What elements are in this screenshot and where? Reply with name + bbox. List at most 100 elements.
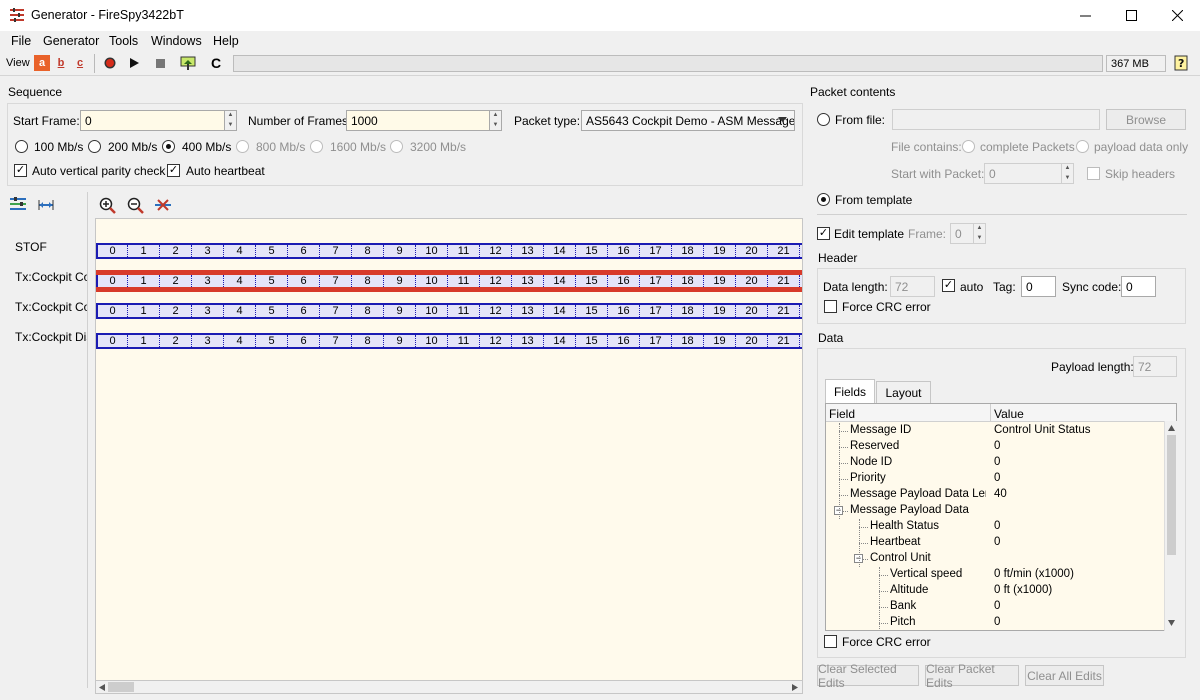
frame-cell[interactable]: 20 xyxy=(736,305,768,317)
menu-generator[interactable]: Generator xyxy=(43,34,99,48)
minimize-button[interactable] xyxy=(1062,0,1108,31)
tree-row[interactable]: Priority 0 xyxy=(826,471,1164,487)
tree-row[interactable]: − Control Unit xyxy=(826,551,1164,567)
frame-cell[interactable]: 4 xyxy=(224,335,256,347)
field-value[interactable]: Control Unit Status xyxy=(994,424,1091,436)
frame-cell[interactable]: 21 xyxy=(768,305,800,317)
frame-cell[interactable]: 7 xyxy=(320,305,352,317)
frame-cell[interactable]: 15 xyxy=(576,305,608,317)
from-file-radio[interactable] xyxy=(817,113,830,126)
field-value[interactable]: 0 xyxy=(994,456,1000,468)
frame-cell[interactable]: 3 xyxy=(192,335,224,347)
frame-cell[interactable]: 0 xyxy=(96,245,128,257)
frame-cell[interactable]: 18 xyxy=(672,245,704,257)
field-value[interactable]: 0 ft (x1000) xyxy=(994,584,1052,596)
frame-cell[interactable]: 14 xyxy=(544,245,576,257)
field-value[interactable]: 0 xyxy=(994,536,1000,548)
frame-cell[interactable]: 12 xyxy=(480,335,512,347)
frame-cell[interactable]: 2 xyxy=(160,275,192,287)
auto-parity-checkbox[interactable]: ✓ xyxy=(14,164,27,177)
track-settings-button[interactable] xyxy=(10,197,28,214)
column-header-value[interactable]: Value xyxy=(991,404,1176,422)
start-packet-input[interactable]: 0 xyxy=(984,163,1062,184)
zoom-out-button[interactable] xyxy=(127,197,144,217)
frame-cell[interactable]: 3 xyxy=(192,245,224,257)
tab-layout[interactable]: Layout xyxy=(876,381,931,403)
frame-cell[interactable]: 8 xyxy=(352,275,384,287)
frame-cell[interactable]: 1 xyxy=(128,245,160,257)
frame-cell[interactable]: 12 xyxy=(480,275,512,287)
field-value[interactable]: 0 ft/min (x1000) xyxy=(994,568,1074,580)
speed-1600-radio[interactable] xyxy=(310,140,323,153)
zoom-in-button[interactable] xyxy=(99,197,116,217)
frame-cell[interactable]: 13 xyxy=(512,245,544,257)
frame-cell[interactable]: 6 xyxy=(288,275,320,287)
frame-cell[interactable]: 12 xyxy=(480,305,512,317)
frame-cell[interactable]: 1 xyxy=(128,305,160,317)
frame-cell[interactable]: 2 xyxy=(160,245,192,257)
clear-button[interactable]: C xyxy=(208,55,224,71)
fields-tree-table[interactable]: Field Value Message ID Control Unit Statu… xyxy=(825,403,1177,631)
tree-row[interactable]: Bank 0 xyxy=(826,599,1164,615)
frame-cell[interactable]: 10 xyxy=(416,305,448,317)
packet-type-select[interactable]: AS5643 Cockpit Demo - ASM Message xyxy=(581,110,795,131)
menu-file[interactable]: File xyxy=(11,34,31,48)
fit-width-button[interactable] xyxy=(38,199,54,213)
speed-100-radio[interactable] xyxy=(15,140,28,153)
frame-cell[interactable]: 13 xyxy=(512,335,544,347)
start-frame-input[interactable]: 0 xyxy=(80,110,225,131)
auto-heartbeat-checkbox[interactable]: ✓ xyxy=(167,164,180,177)
close-button[interactable] xyxy=(1154,0,1200,31)
tree-row[interactable]: Node ID 0 xyxy=(826,455,1164,471)
frame-cell[interactable]: 8 xyxy=(352,305,384,317)
start-packet-spinner[interactable]: ▲ ▼ xyxy=(1062,163,1074,184)
menu-windows[interactable]: Windows xyxy=(151,34,202,48)
header-force-crc-checkbox[interactable] xyxy=(824,300,837,313)
from-template-radio[interactable] xyxy=(817,193,830,206)
frame-cell[interactable]: 8 xyxy=(352,245,384,257)
frame-cell[interactable]: 13 xyxy=(512,275,544,287)
frame-cell[interactable]: 15 xyxy=(576,245,608,257)
column-header-field[interactable]: Field xyxy=(826,404,991,422)
start-frame-spinner[interactable]: ▲ ▼ xyxy=(225,110,237,131)
frame-cell[interactable]: 6 xyxy=(288,335,320,347)
field-value[interactable]: 0 xyxy=(994,600,1000,612)
frame-cell[interactable]: 10 xyxy=(416,245,448,257)
frame-cell[interactable]: 16 xyxy=(608,275,640,287)
stop-button[interactable] xyxy=(152,55,168,71)
frame-cell[interactable]: 17 xyxy=(640,275,672,287)
frame-cell[interactable]: 18 xyxy=(672,305,704,317)
view-b-button[interactable]: b xyxy=(53,55,69,71)
skip-headers-checkbox[interactable] xyxy=(1087,167,1100,180)
field-value[interactable]: 0 xyxy=(994,616,1000,628)
frame-cell[interactable]: 5 xyxy=(256,335,288,347)
frame-cell[interactable]: 19 xyxy=(704,275,736,287)
tree-row[interactable]: Heartbeat 0 xyxy=(826,535,1164,551)
view-a-button[interactable]: a xyxy=(34,55,50,71)
frame-cell[interactable]: 20 xyxy=(736,275,768,287)
frame-cell[interactable]: 18 xyxy=(672,275,704,287)
frame-cell[interactable]: 11 xyxy=(448,275,480,287)
frame-cell[interactable]: 17 xyxy=(640,305,672,317)
file-path-input[interactable] xyxy=(892,109,1100,130)
frame-cell[interactable]: 4 xyxy=(224,275,256,287)
field-value[interactable]: 40 xyxy=(994,488,1007,500)
frame-cell[interactable]: 18 xyxy=(672,335,704,347)
zoom-reset-button[interactable] xyxy=(155,199,171,214)
frame-cell[interactable]: 16 xyxy=(608,305,640,317)
frame-cell[interactable]: 9 xyxy=(384,305,416,317)
frame-cell[interactable]: 16 xyxy=(608,245,640,257)
speed-800-radio[interactable] xyxy=(236,140,249,153)
sync-code-input[interactable]: 0 xyxy=(1121,276,1156,297)
frame-cell[interactable]: 1 xyxy=(128,335,160,347)
frame-spinner[interactable]: ▲ ▼ xyxy=(974,223,986,244)
track-cockpit-1[interactable]: 0 1 2 3 4 5 6 7 8 9 10 11 12 13 14 15 16 17 18 19 20 21 xyxy=(96,273,802,289)
tree-row[interactable]: Altitude 0 ft (x1000) xyxy=(826,583,1164,599)
frame-cell[interactable]: 15 xyxy=(576,335,608,347)
frame-cell[interactable]: 7 xyxy=(320,335,352,347)
frame-cell[interactable]: 16 xyxy=(608,335,640,347)
frame-cell[interactable]: 21 xyxy=(768,245,800,257)
frame-cell[interactable]: 0 xyxy=(96,275,128,287)
edit-template-checkbox[interactable]: ✓ xyxy=(817,227,830,240)
frame-cell[interactable]: 21 xyxy=(768,335,800,347)
